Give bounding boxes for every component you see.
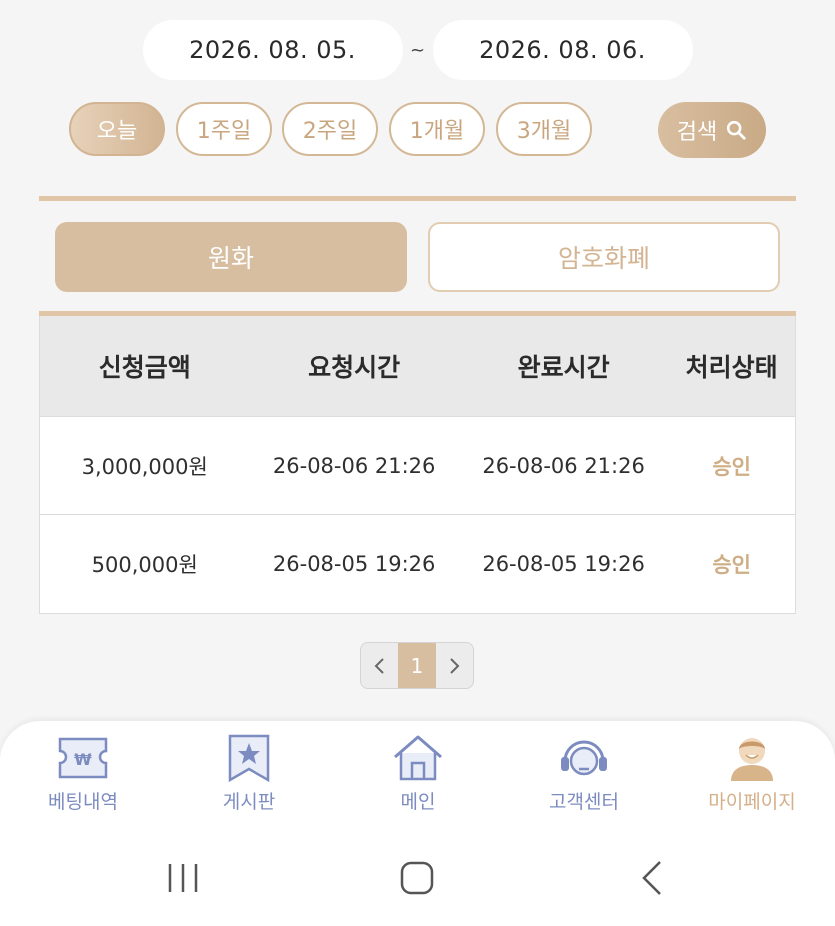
cell-amount: 3,000,000원	[81, 454, 208, 479]
back-chevron-icon	[642, 861, 661, 895]
page-number-current[interactable]: 1	[398, 643, 436, 688]
nav-label: 메인	[400, 791, 436, 813]
header-complete-time: 완료시간	[517, 353, 610, 382]
pagination: 1	[360, 642, 474, 689]
nav-label: 베팅내역	[48, 791, 118, 813]
section-divider	[39, 196, 796, 201]
prev-page-button[interactable]	[361, 643, 398, 688]
back-button[interactable]	[627, 853, 677, 903]
chevron-right-icon	[450, 657, 460, 674]
tab-crypto[interactable]: 암호화폐	[428, 222, 780, 292]
user-avatar-icon	[731, 738, 773, 781]
search-icon	[727, 120, 746, 140]
table-row: 500,000원 26-08-05 19:26 26-08-05 19:26 승…	[40, 515, 795, 613]
cell-request-time: 26-08-06 21:26	[272, 453, 436, 478]
home-square-icon	[400, 861, 434, 895]
system-nav-bar	[0, 827, 835, 926]
cell-complete-time: 26-08-05 19:26	[482, 552, 645, 576]
end-date-input[interactable]: 2026. 08. 06.	[432, 20, 693, 80]
table-header: 신청금액 요청시간 완료시간 처리상태	[40, 316, 795, 417]
ticket-won-icon: ₩	[58, 737, 108, 779]
recent-apps-icon	[168, 864, 198, 892]
filter-1week-button[interactable]: 1주일	[176, 102, 272, 156]
nav-mypage[interactable]: 마이페이지	[682, 733, 822, 814]
nav-label: 게시판	[222, 791, 276, 813]
nav-main[interactable]: 메인	[348, 733, 488, 814]
chevron-left-icon	[374, 657, 384, 674]
next-page-button[interactable]	[436, 643, 473, 688]
filter-2week-button[interactable]: 2주일	[282, 102, 378, 156]
start-date-input[interactable]: 2026. 08. 05.	[142, 20, 403, 80]
nav-label: 마이페이지	[708, 791, 796, 813]
history-table: 신청금액 요청시간 완료시간 처리상태 3,000,000원 26-08-06 …	[39, 316, 796, 614]
date-range: 2026. 08. 05. ~ 2026. 08. 06.	[0, 20, 835, 80]
nav-customer-center[interactable]: 고객센터	[514, 733, 654, 814]
cell-complete-time: 26-08-06 21:26	[482, 453, 645, 478]
home-icon	[394, 735, 442, 781]
filter-1month-button[interactable]: 1개월	[389, 102, 485, 156]
search-label: 검색	[676, 120, 718, 145]
home-button[interactable]	[392, 853, 442, 903]
bookmark-star-icon	[228, 734, 270, 783]
filter-3month-button[interactable]: 3개월	[496, 102, 592, 156]
svg-text:₩: ₩	[74, 750, 92, 769]
cell-amount: 500,000원	[91, 553, 198, 577]
table-row: 3,000,000원 26-08-06 21:26 26-08-06 21:26…	[40, 417, 795, 515]
cell-status: 승인	[712, 553, 751, 577]
bottom-nav: ₩ 베팅내역 게시판 메인 고객센터 마이페이지	[0, 721, 835, 827]
period-filter-bar: 오늘 1주일 2주일 1개월 3개월 검색	[0, 102, 835, 158]
cell-status: 승인	[712, 454, 751, 479]
header-amount: 신청금액	[98, 353, 191, 382]
search-button[interactable]: 검색	[658, 102, 766, 158]
nav-betting-history[interactable]: ₩ 베팅내역	[13, 733, 153, 814]
nav-board[interactable]: 게시판	[179, 733, 319, 814]
cell-request-time: 26-08-05 19:26	[272, 552, 436, 576]
tab-krw[interactable]: 원화	[55, 222, 407, 292]
date-separator: ~	[409, 39, 426, 61]
header-request-time: 요청시간	[308, 353, 401, 382]
filter-today-button[interactable]: 오늘	[69, 102, 165, 156]
header-status: 처리상태	[685, 353, 778, 382]
headset-icon	[561, 740, 607, 776]
recent-apps-button[interactable]	[158, 853, 208, 903]
nav-label: 고객센터	[549, 791, 619, 813]
